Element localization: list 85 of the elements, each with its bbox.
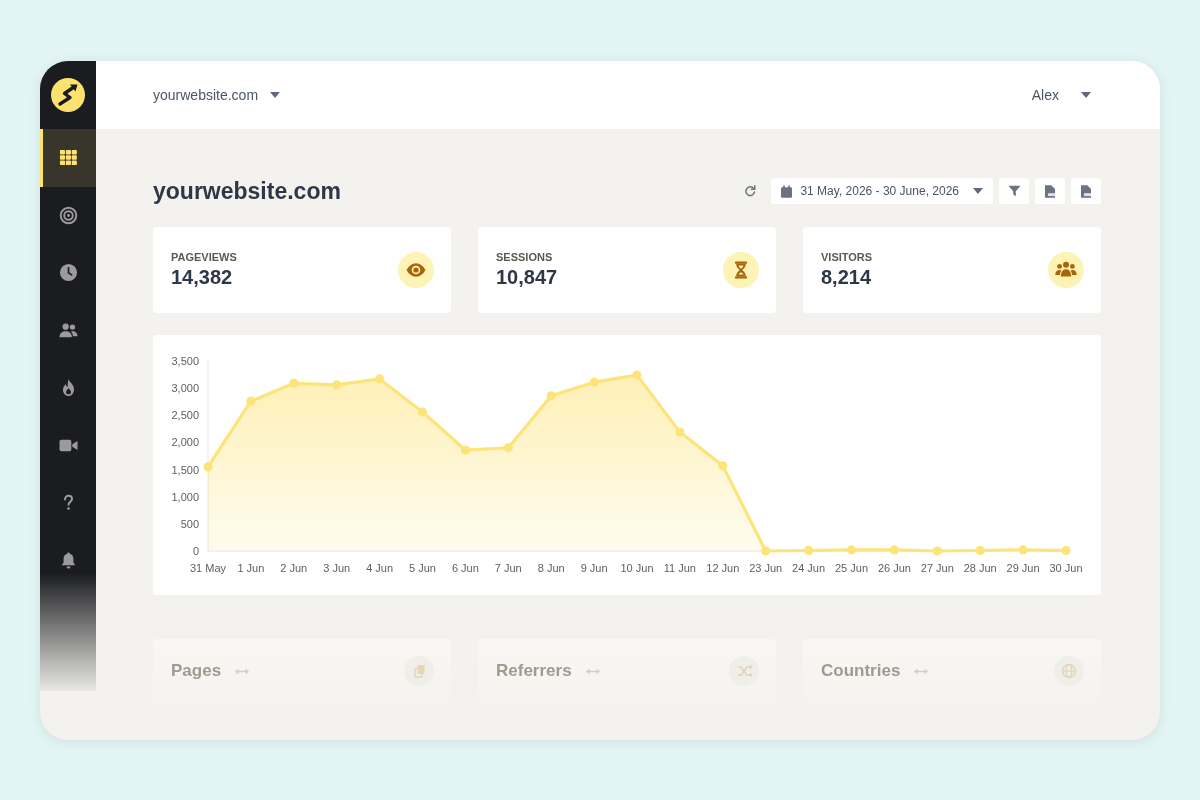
filter-icon [1007,185,1021,197]
clock-icon [58,263,78,283]
data-point [804,545,814,556]
stat-value: 8,214 [821,266,873,289]
data-point [246,396,256,406]
data-point [589,377,599,387]
stat-label: PAGEVIEWS [171,251,237,263]
y-axis-label: 2,500 [171,409,199,422]
x-axis-label: 30 Jun [1049,562,1083,574]
stat-value: 10,847 [496,266,558,289]
users-icon [1048,252,1084,288]
data-point [718,461,728,471]
copy-icon [404,656,434,686]
nav-item[interactable] [40,129,96,187]
filter-button[interactable] [999,178,1029,204]
site-selector[interactable]: yourwebsite.com [153,87,281,103]
x-axis-label: 4 Jun [366,562,394,574]
y-axis-label: 3,500 [171,355,199,367]
data-point [460,445,470,455]
data-point [289,378,299,388]
x-axis-label: 11 Jun [663,562,696,574]
x-axis-label: 25 Jun [835,562,868,574]
data-point [503,443,513,453]
file-button[interactable] [1071,178,1101,204]
caret-icon [1081,92,1091,98]
data-point [417,407,428,417]
data-point [375,374,385,384]
globe-icon [1054,656,1084,686]
date-range-picker[interactable]: 31 May, 2026 - 30 June, 2026 [771,178,993,204]
y-axis-label: 500 [180,517,199,530]
grid-icon [58,148,78,168]
data-point [932,546,942,556]
x-axis-label: 10 Jun [620,562,654,574]
x-axis-label: 28 Jun [963,562,997,574]
panel-title: Countries [821,661,901,681]
data-point [889,545,899,555]
x-axis-label: 6 Jun [451,562,479,574]
data-point [761,546,771,556]
data-point [632,370,642,380]
data-point [203,462,213,472]
stat-value: 14,382 [171,266,234,289]
data-point [546,391,556,401]
stat-label: SESSIONS [496,251,554,263]
calendar-icon [781,184,793,198]
hourglass-icon [723,252,759,288]
data-point [675,427,685,437]
file-icon [1045,184,1055,198]
x-axis-label: 23 Jun [749,562,783,574]
user-menu[interactable]: Alex [1031,87,1091,103]
logo-icon[interactable] [51,78,85,112]
stat-label: VISITORS [821,251,873,263]
y-axis-label: 1,000 [171,490,199,503]
x-axis-label: 9 Jun [580,562,608,574]
x-axis-label: 12 Jun [706,562,740,574]
y-axis-label: 0 [192,545,199,557]
shuffle-icon [729,656,759,686]
x-axis-label: 29 Jun [1006,562,1040,574]
x-axis-label: 8 Jun [537,562,565,574]
x-axis-label: 27 Jun [920,562,954,574]
data-point [332,380,342,390]
x-axis-label: 7 Jun [494,562,522,574]
x-axis-label: 1 Jun [237,562,265,574]
caret-icon [973,188,983,194]
x-axis-label: 31 May [189,562,227,574]
eye-icon [398,252,434,288]
page-title: yourwebsite.com [153,177,341,205]
x-axis-label: 5 Jun [409,562,436,574]
x-axis-label: 3 Jun [323,562,351,574]
y-axis-label: 3,000 [171,382,199,395]
file-button[interactable] [1035,178,1065,204]
x-axis-label: 24 Jun [792,562,826,574]
data-point [846,545,857,555]
panel-title: Referrers [496,661,572,681]
y-axis-label: 2,000 [171,436,199,449]
data-point [1061,545,1071,556]
target-icon [58,205,78,225]
file-icon [1081,184,1091,198]
data-point [1018,545,1028,555]
x-axis-label: 26 Jun [877,562,911,574]
y-axis-label: 1,500 [171,463,199,476]
data-point [975,545,985,556]
caret-icon [270,92,281,98]
refresh-icon[interactable] [744,185,757,197]
x-axis-label: 2 Jun [280,562,308,574]
panel-title: Pages [171,661,222,681]
